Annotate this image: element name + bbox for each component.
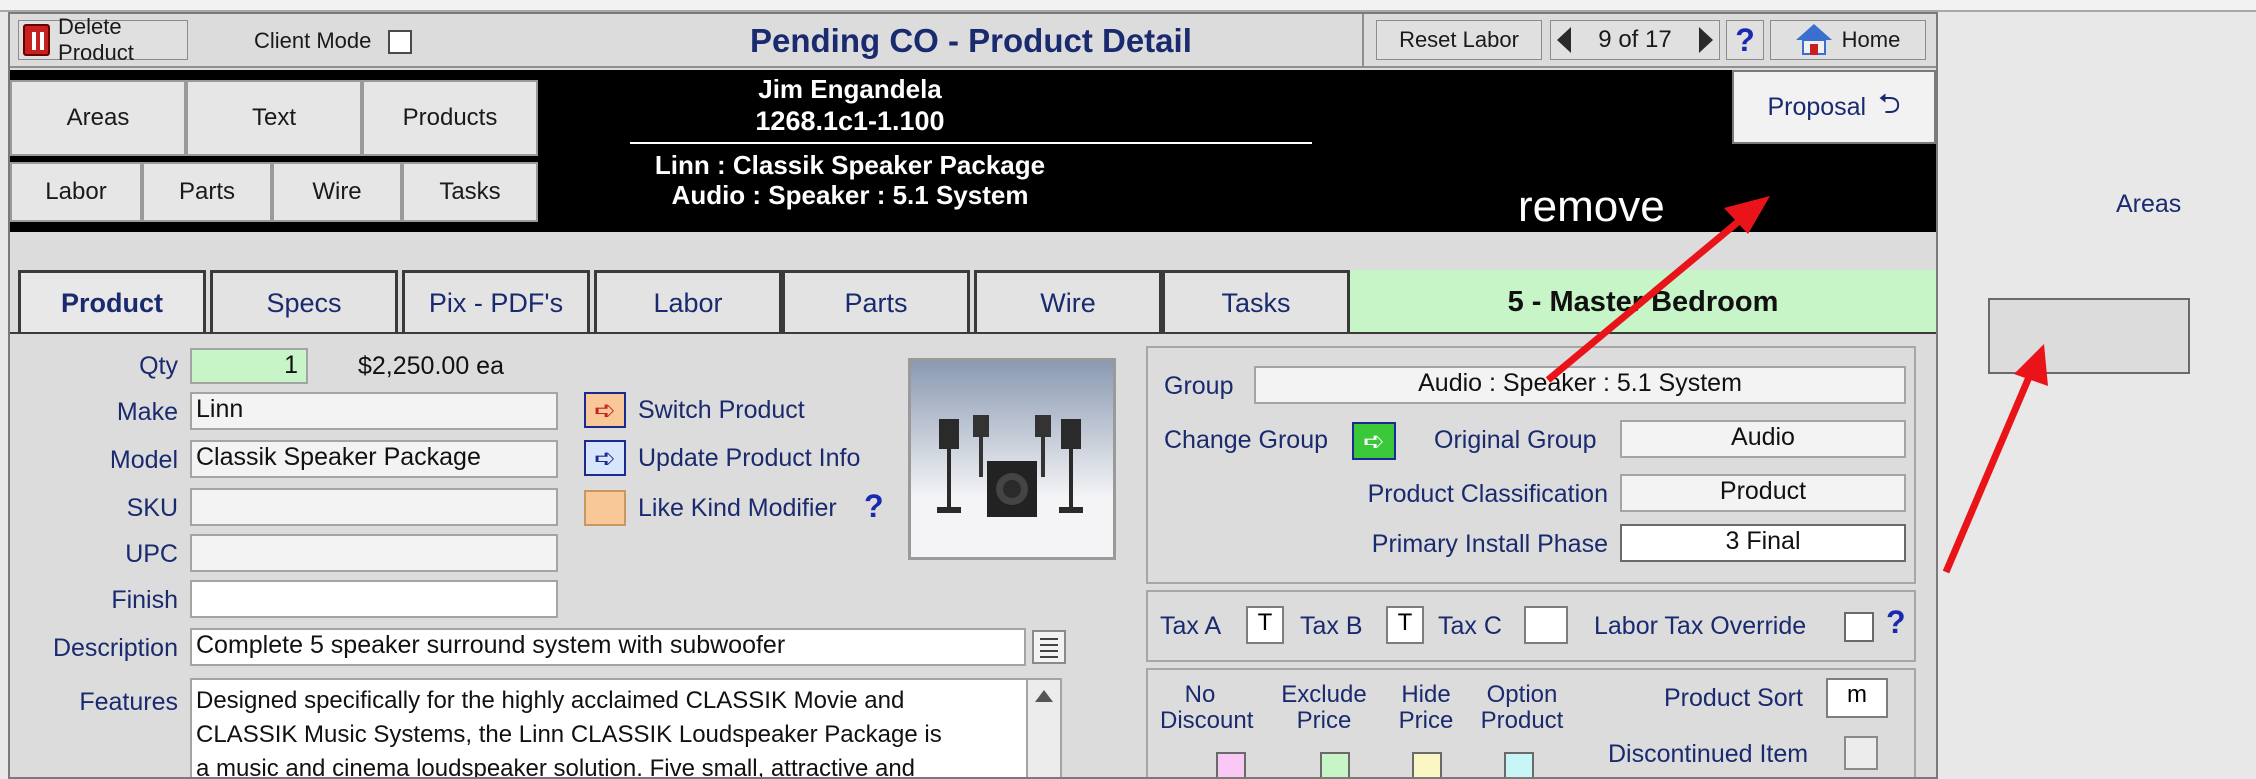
annotation-overlay (1545, 196, 2048, 574)
red-arrow-icon (1942, 344, 2048, 574)
red-arrow-icon (1545, 196, 1770, 383)
screenshot-stage: Delete Product Client Mode Pending CO - … (0, 0, 2256, 779)
